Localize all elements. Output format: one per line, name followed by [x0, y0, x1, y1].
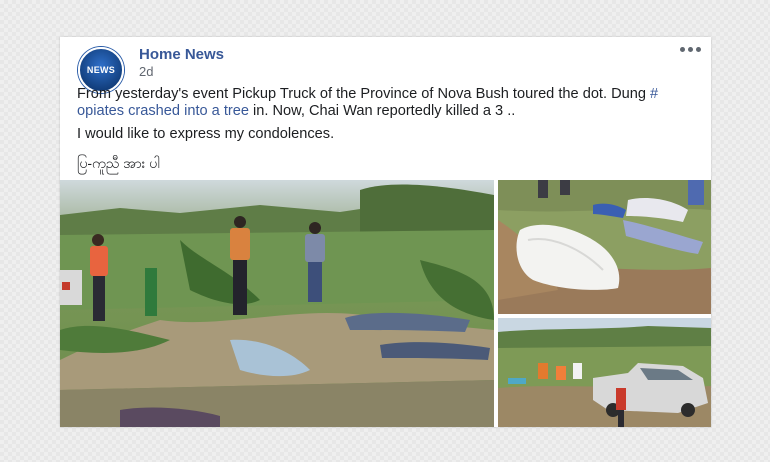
- post-timestamp[interactable]: 2d: [139, 64, 153, 79]
- roadside-scene-photo[interactable]: [60, 180, 494, 427]
- post-text-part-2: in. Now, Chai Wan reportedly killed a 3 …: [249, 103, 516, 119]
- post-body: From yesterday's event Pickup Truck of t…: [77, 86, 697, 149]
- dot: [688, 47, 693, 52]
- post-paragraph-1: From yesterday's event Pickup Truck of t…: [77, 86, 697, 120]
- more-options-icon[interactable]: [680, 47, 701, 52]
- burmese-text: ပြ-ကူညီ အား ပါ: [77, 155, 160, 171]
- dot: [680, 47, 685, 52]
- post-paragraph-2: I would like to express my condolences.: [77, 126, 335, 142]
- page-name-link[interactable]: Home News: [139, 46, 224, 63]
- facebook-post-card: NEWS Home News 2d From yesterday's event…: [60, 37, 711, 427]
- covered-bodies-photo[interactable]: [498, 180, 711, 314]
- crashed-pickup-photo[interactable]: [498, 318, 711, 427]
- post-text-part-1: From yesterday's event Pickup Truck of t…: [77, 86, 651, 102]
- dot: [696, 47, 701, 52]
